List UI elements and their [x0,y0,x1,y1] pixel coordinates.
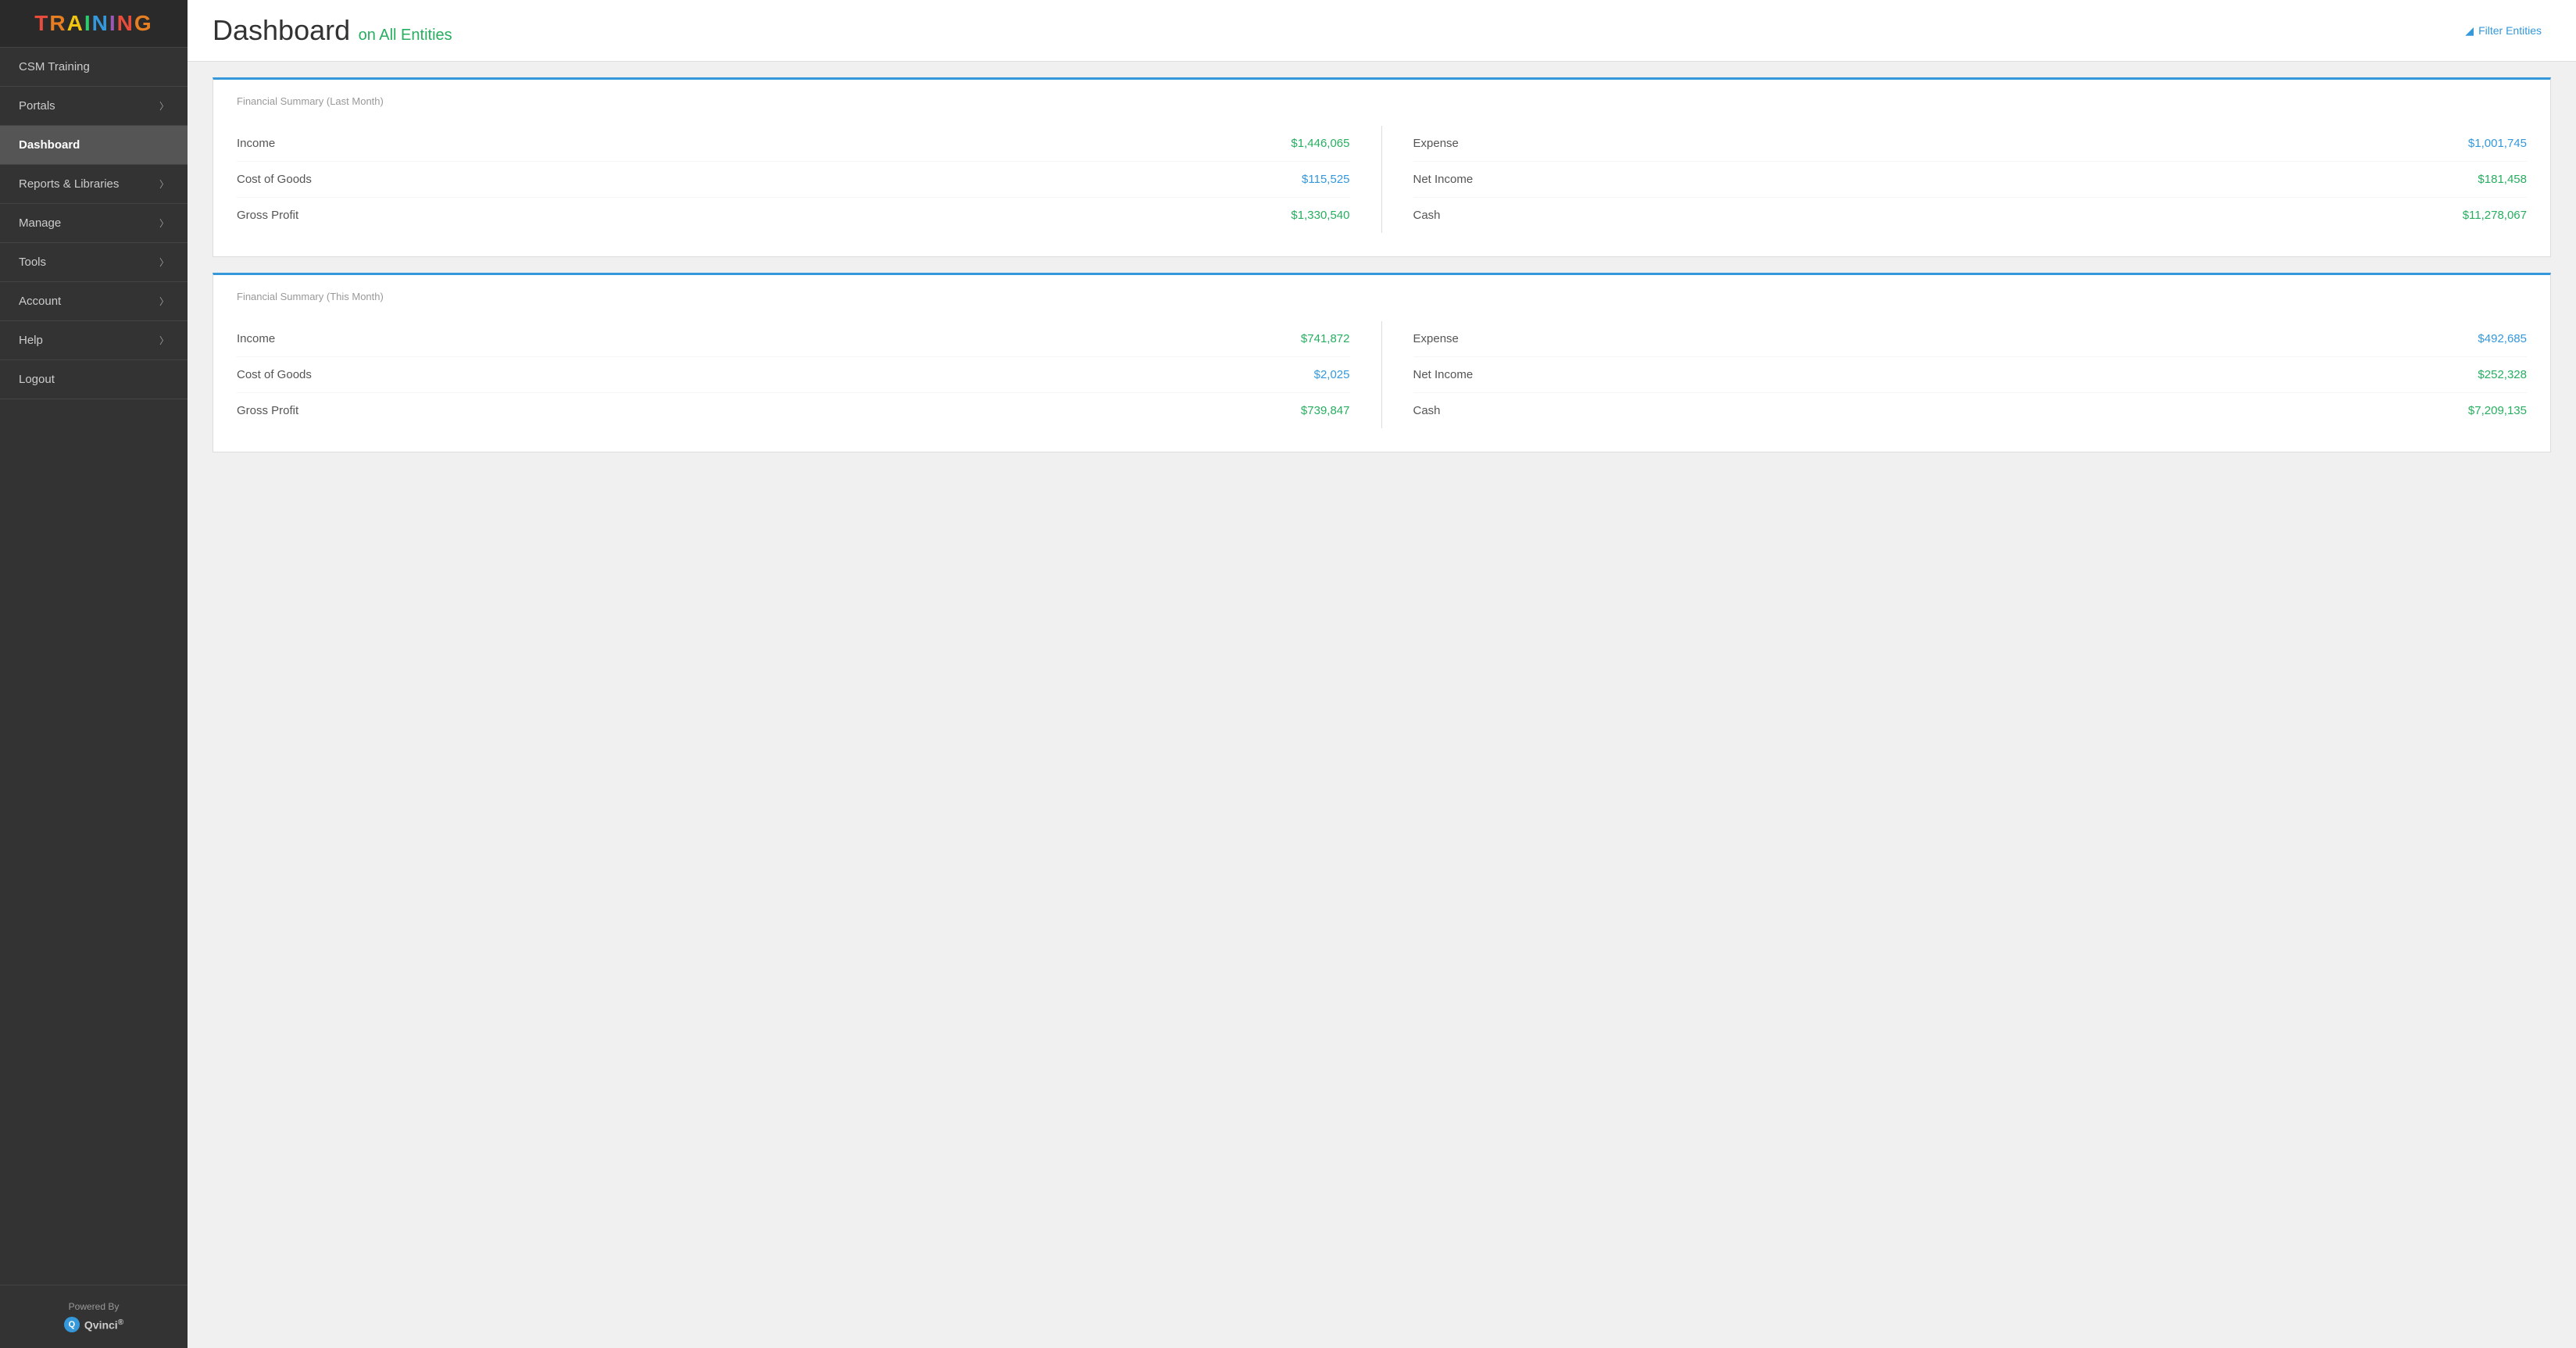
powered-by-section: Powered By Q Qvinci® [0,1285,188,1348]
this-month-expense-row: Expense $492,685 [1413,321,2528,357]
sidebar-item-label: Help [19,334,43,347]
gross-profit-label: Gross Profit [237,404,298,417]
filter-icon: ◢ [2465,24,2474,38]
last-month-right: Expense $1,001,745 Net Income $181,458 C… [1382,126,2528,233]
sidebar-item-logout[interactable]: Logout [0,360,188,399]
qvinci-name: Qvinci® [84,1318,123,1332]
this-month-gross-profit-row: Gross Profit $739,847 [237,393,1350,428]
page-title: Dashboard [213,14,350,46]
dashboard-content: Financial Summary (Last Month) Income $1… [188,62,2576,468]
expense-value: $1,001,745 [2468,137,2527,150]
last-month-net-income-row: Net Income $181,458 [1413,162,2528,198]
filter-entities-button[interactable]: ◢ Filter Entities [2456,18,2551,44]
last-month-grid: Income $1,446,065 Cost of Goods $115,525… [237,126,2527,233]
net-income-value: $181,458 [2478,173,2527,186]
sidebar-item-manage[interactable]: Manage 〉 [0,204,188,243]
chevron-right-icon: 〉 [159,216,169,230]
sidebar-item-label: Reports & Libraries [19,177,119,191]
income-value: $1,446,065 [1291,137,1349,150]
this-month-net-income-row: Net Income $252,328 [1413,357,2528,393]
chevron-right-icon: 〉 [159,295,169,308]
cogs-value: $2,025 [1314,368,1350,381]
financial-card-last-month: Financial Summary (Last Month) Income $1… [213,77,2551,257]
page-subtitle: on All Entities [359,27,452,44]
filter-entities-label: Filter Entities [2478,24,2542,37]
income-label: Income [237,137,275,150]
expense-label: Expense [1413,137,1459,150]
chevron-right-icon: 〉 [159,334,169,347]
cash-value: $11,278,067 [2463,209,2527,222]
last-month-cogs-row: Cost of Goods $115,525 [237,162,1350,198]
this-month-right: Expense $492,685 Net Income $252,328 Cas… [1382,321,2528,428]
sidebar-item-account[interactable]: Account 〉 [0,282,188,321]
this-month-cash-row: Cash $7,209,135 [1413,393,2528,428]
this-month-cogs-row: Cost of Goods $2,025 [237,357,1350,393]
last-month-gross-profit-row: Gross Profit $1,330,540 [237,198,1350,233]
expense-value: $492,685 [2478,332,2527,345]
this-month-grid: Income $741,872 Cost of Goods $2,025 Gro… [237,321,2527,428]
page-header: Dashboard on All Entities ◢ Filter Entit… [188,0,2576,62]
net-income-value: $252,328 [2478,368,2527,381]
last-month-cash-row: Cash $11,278,067 [1413,198,2528,233]
sidebar-item-tools[interactable]: Tools 〉 [0,243,188,282]
gross-profit-value: $739,847 [1301,404,1350,417]
this-month-left: Income $741,872 Cost of Goods $2,025 Gro… [237,321,1382,428]
cogs-value: $115,525 [1302,173,1349,186]
chevron-right-icon: 〉 [159,177,169,191]
page-title-area: Dashboard on All Entities [213,14,452,47]
cogs-label: Cost of Goods [237,368,312,381]
sidebar-item-reports-libraries[interactable]: Reports & Libraries 〉 [0,165,188,204]
cash-label: Cash [1413,209,1441,222]
income-value: $741,872 [1301,332,1350,345]
main-content: Dashboard on All Entities ◢ Filter Entit… [188,0,2576,1348]
net-income-label: Net Income [1413,173,1474,186]
cogs-label: Cost of Goods [237,173,312,186]
sidebar-item-label: Portals [19,99,55,113]
sidebar-item-label: CSM Training [19,60,90,73]
sidebar-item-csm-training[interactable]: CSM Training [0,48,188,87]
sidebar-item-label: Account [19,295,61,308]
gross-profit-label: Gross Profit [237,209,298,222]
chevron-right-icon: 〉 [159,99,169,113]
cash-value: $7,209,135 [2468,404,2527,417]
expense-label: Expense [1413,332,1459,345]
gross-profit-value: $1,330,540 [1291,209,1349,222]
sidebar-item-help[interactable]: Help 〉 [0,321,188,360]
logo-text: TRAINING [34,11,152,36]
last-month-left: Income $1,446,065 Cost of Goods $115,525… [237,126,1382,233]
net-income-label: Net Income [1413,368,1474,381]
sidebar-item-label: Dashboard [19,138,80,152]
qvinci-logo: Q Qvinci® [16,1317,172,1332]
this-month-title: Financial Summary (This Month) [237,291,2527,302]
chevron-right-icon: 〉 [159,256,169,269]
last-month-expense-row: Expense $1,001,745 [1413,126,2528,162]
sidebar-item-dashboard[interactable]: Dashboard [0,126,188,165]
sidebar: TRAINING CSM Training Portals 〉 Dashboar… [0,0,188,1348]
powered-by-label: Powered By [16,1301,172,1312]
last-month-title: Financial Summary (Last Month) [237,95,2527,107]
sidebar-item-label: Manage [19,216,61,230]
sidebar-item-label: Tools [19,256,46,269]
income-label: Income [237,332,275,345]
financial-card-this-month: Financial Summary (This Month) Income $7… [213,273,2551,452]
sidebar-logo: TRAINING [0,0,188,48]
qvinci-icon: Q [64,1317,80,1332]
last-month-income-row: Income $1,446,065 [237,126,1350,162]
this-month-income-row: Income $741,872 [237,321,1350,357]
sidebar-item-portals[interactable]: Portals 〉 [0,87,188,126]
cash-label: Cash [1413,404,1441,417]
sidebar-item-label: Logout [19,373,55,386]
